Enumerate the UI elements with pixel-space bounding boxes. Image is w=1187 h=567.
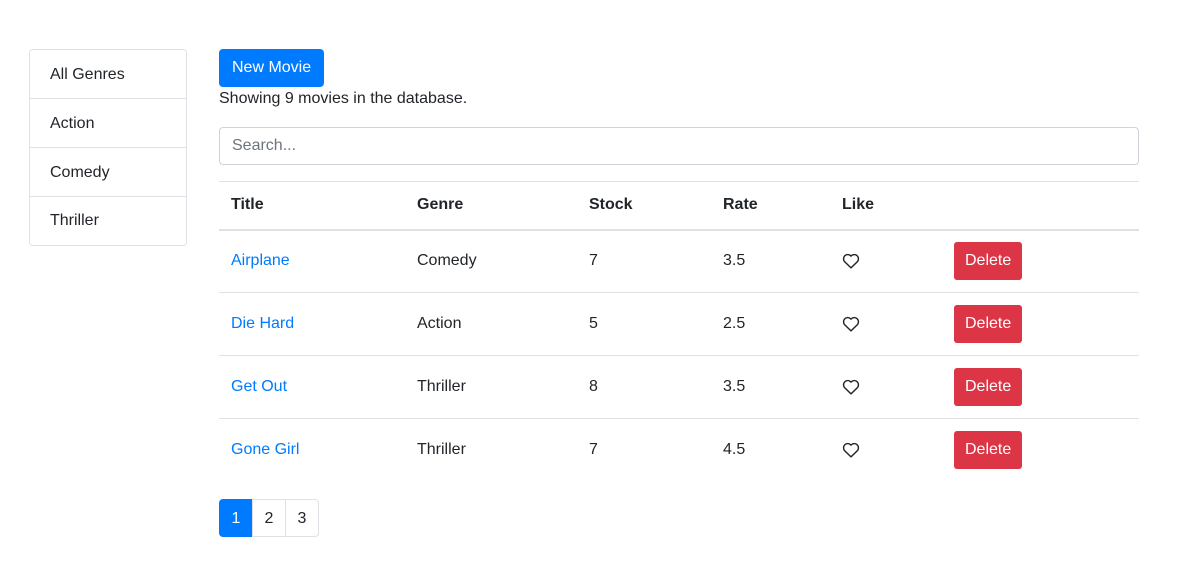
heart-outline-icon[interactable] bbox=[842, 253, 860, 269]
movies-table: Title Genre Stock Rate Like Airplane Com… bbox=[219, 181, 1139, 482]
pagination: 1 2 3 bbox=[219, 499, 319, 537]
column-header-like: Like bbox=[830, 181, 942, 231]
movie-stock: 8 bbox=[577, 355, 711, 419]
movie-stock: 7 bbox=[577, 229, 711, 293]
movie-genre: Thriller bbox=[405, 355, 577, 419]
heart-outline-icon[interactable] bbox=[842, 379, 860, 395]
table-row: Get Out Thriller 8 3.5 Delete bbox=[219, 355, 1139, 419]
movie-stock: 7 bbox=[589, 441, 598, 459]
column-header-stock[interactable]: Stock bbox=[577, 181, 711, 231]
table-row: Die Hard Action 5 2.5 Delete bbox=[219, 292, 1139, 356]
movie-title-link[interactable]: Die Hard bbox=[231, 315, 294, 332]
movie-rate: 4.5 bbox=[723, 441, 746, 459]
table-row: Airplane Comedy 7 3.5 Delete bbox=[219, 229, 1139, 293]
delete-button[interactable]: Delete bbox=[954, 431, 1023, 470]
movie-count-summary: Showing 9 movies in the database. bbox=[219, 90, 468, 107]
page-button-2[interactable]: 2 bbox=[252, 499, 286, 537]
genre-item-action[interactable]: Action bbox=[30, 99, 186, 148]
movie-genre: Thriller bbox=[417, 441, 466, 459]
column-header-title[interactable]: Title bbox=[219, 181, 405, 231]
table-header-row: Title Genre Stock Rate Like bbox=[219, 181, 1139, 231]
movie-rate: 2.5 bbox=[711, 292, 830, 356]
movie-rate: 3.5 bbox=[711, 229, 830, 293]
main-content: New Movie Showing 9 movies in the databa… bbox=[219, 49, 1139, 537]
movie-rate: 3.5 bbox=[711, 355, 830, 419]
search-input[interactable] bbox=[219, 127, 1139, 165]
delete-button[interactable]: Delete bbox=[954, 242, 1023, 281]
column-header-genre[interactable]: Genre bbox=[405, 181, 577, 231]
movie-title-link[interactable]: Get Out bbox=[231, 378, 287, 395]
heart-outline-icon[interactable] bbox=[842, 316, 860, 332]
movie-title-link[interactable]: Gone Girl bbox=[231, 441, 299, 458]
genre-item-thriller[interactable]: Thriller bbox=[30, 197, 186, 245]
new-movie-button[interactable]: New Movie bbox=[219, 49, 325, 87]
movie-genre: Comedy bbox=[405, 229, 577, 293]
page-button-1[interactable]: 1 bbox=[219, 499, 253, 537]
delete-button[interactable]: Delete bbox=[954, 368, 1023, 406]
movie-stock: 5 bbox=[577, 292, 711, 356]
genre-item-comedy[interactable]: Comedy bbox=[30, 148, 186, 197]
column-header-actions bbox=[942, 181, 1139, 231]
page-button-3[interactable]: 3 bbox=[285, 499, 319, 537]
delete-button[interactable]: Delete bbox=[954, 305, 1023, 343]
movie-title-link[interactable]: Airplane bbox=[231, 252, 290, 269]
heart-outline-icon[interactable] bbox=[842, 442, 860, 458]
table-row: Gone Girl Thriller 7 4.5 Delete bbox=[219, 419, 1139, 482]
movie-genre: Action bbox=[405, 292, 577, 356]
genre-list: All Genres Action Comedy Thriller bbox=[29, 49, 187, 246]
genre-item-all[interactable]: All Genres bbox=[30, 50, 186, 99]
column-header-rate[interactable]: Rate bbox=[711, 181, 830, 231]
